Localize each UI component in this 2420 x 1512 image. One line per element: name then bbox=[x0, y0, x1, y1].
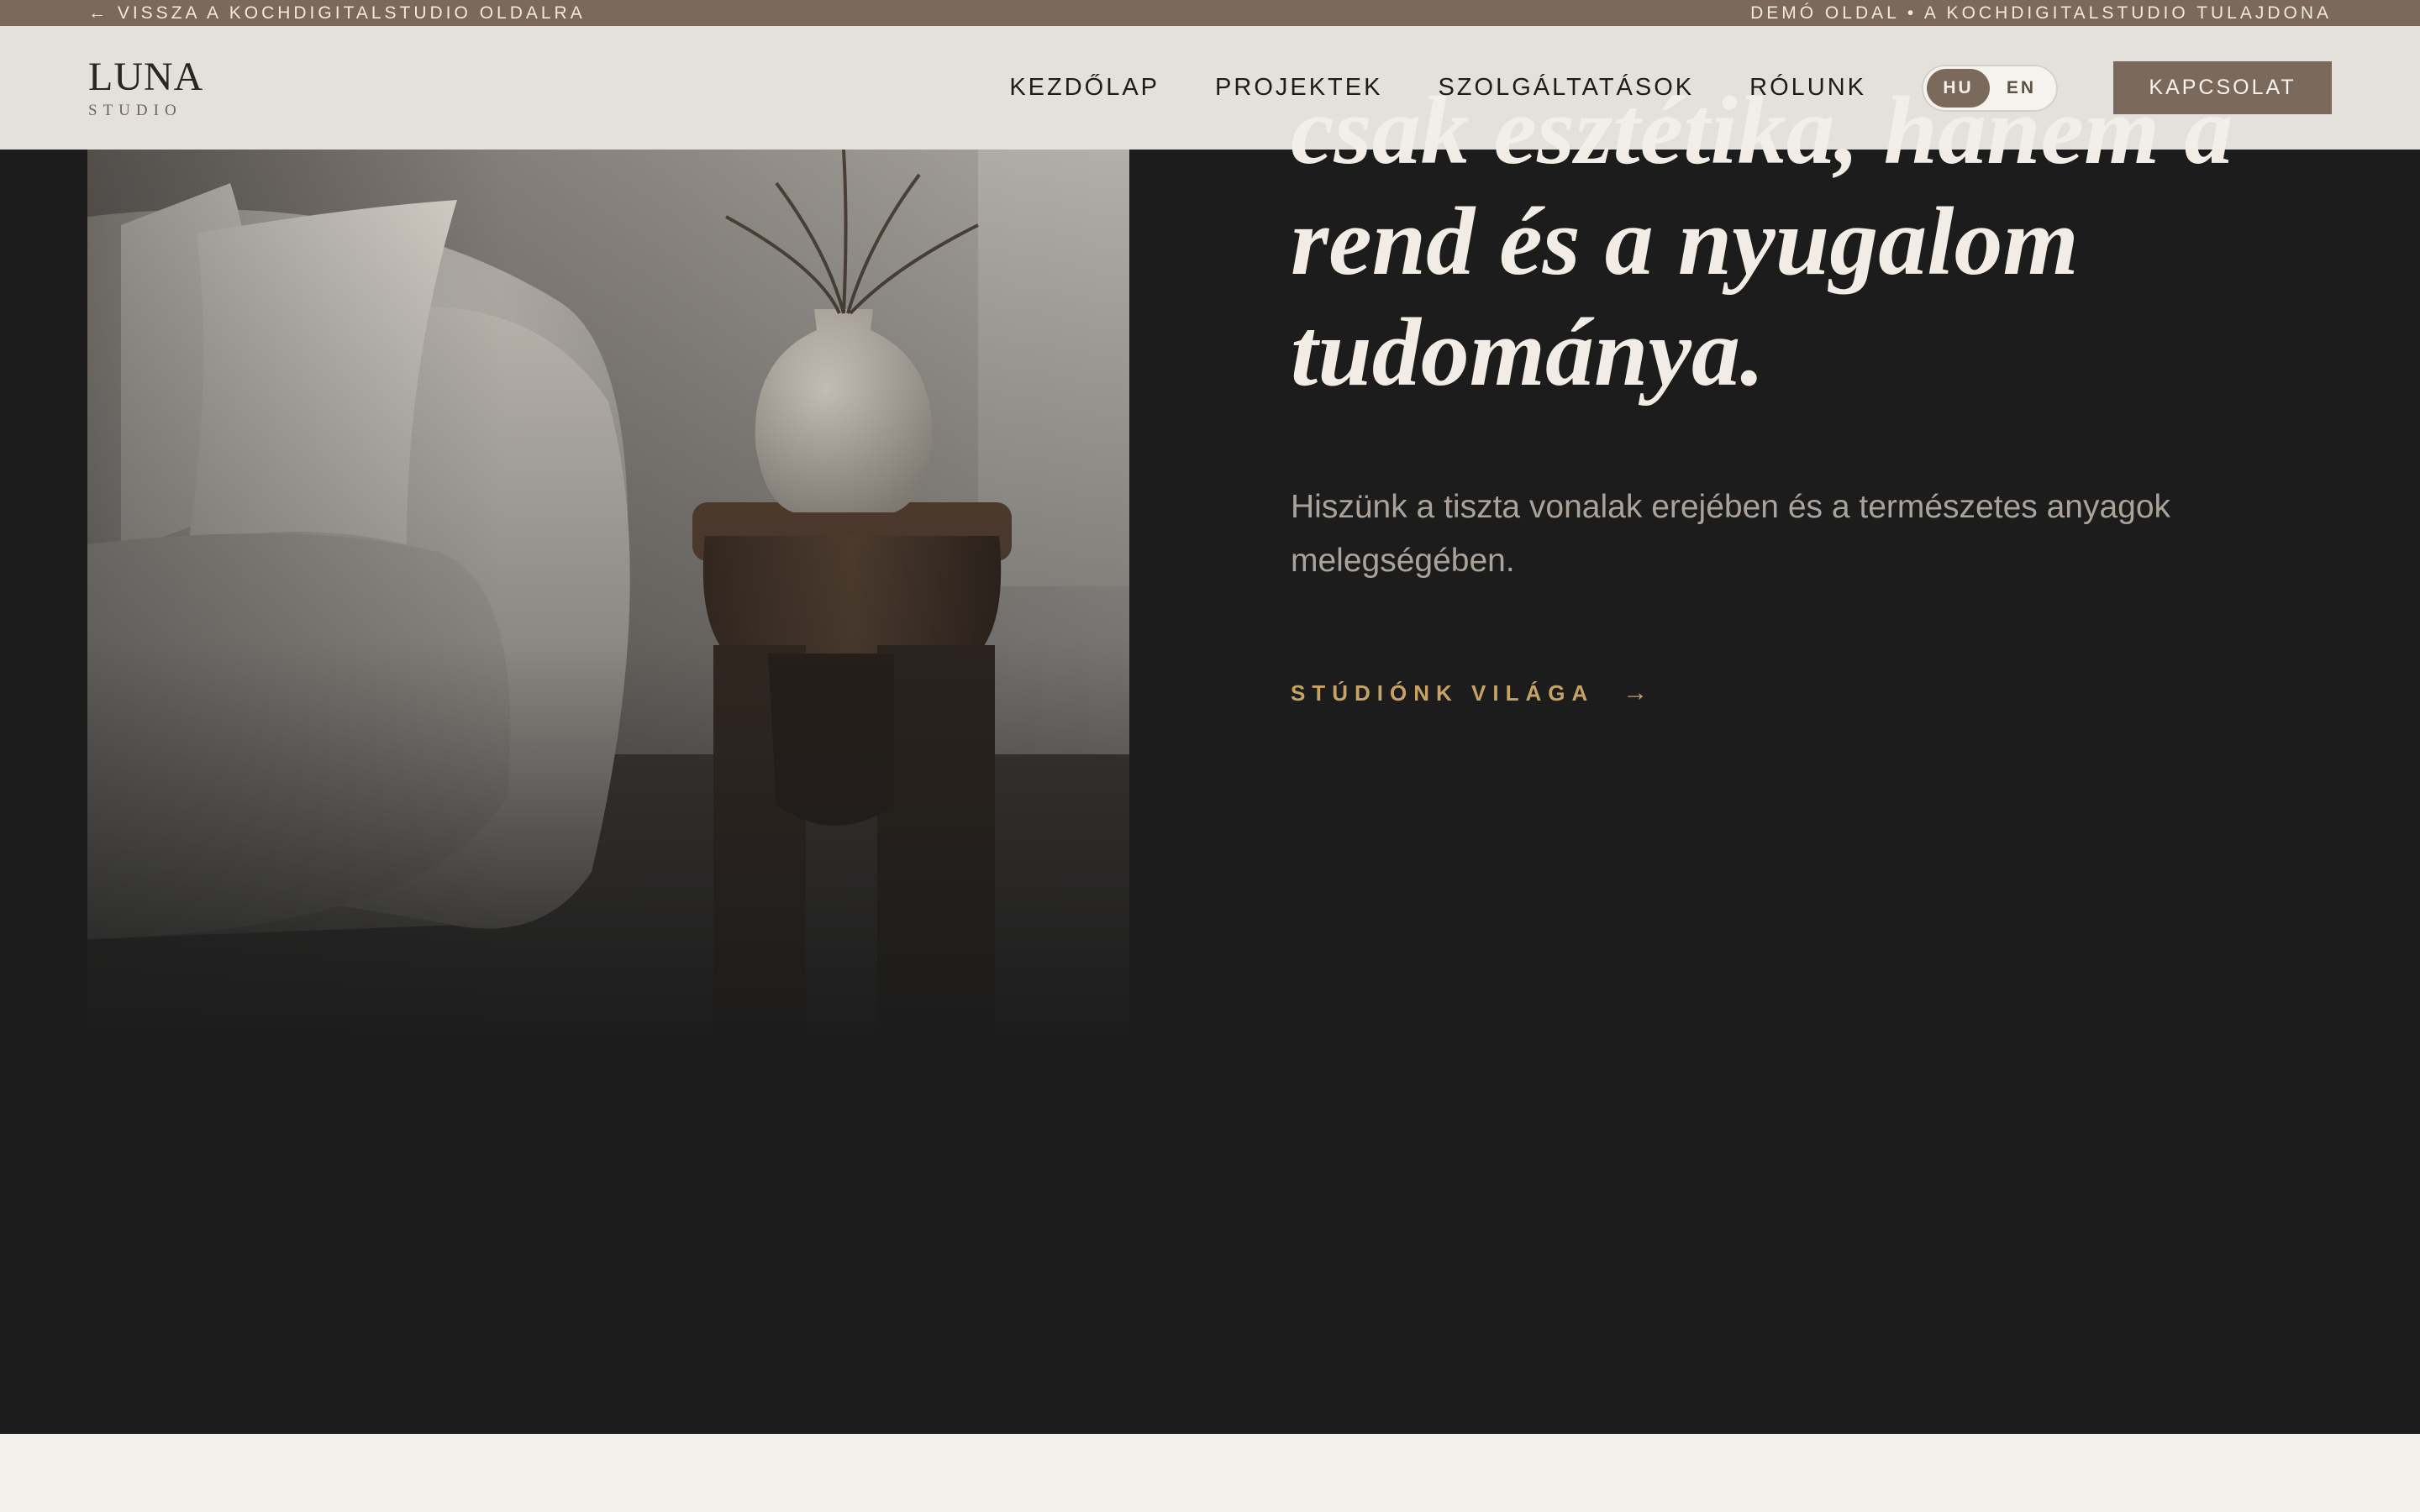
headline-line-3: tudománya. bbox=[1291, 299, 1765, 407]
nav-item-about[interactable]: RÓLUNK bbox=[1749, 74, 1866, 102]
main-nav: KEZDŐLAP PROJEKTEK SZOLGÁLTATÁSOK RÓLUNK bbox=[1009, 74, 1866, 102]
headline-line-2: rend és a nyugalom bbox=[1291, 188, 2079, 296]
next-section bbox=[0, 1434, 2420, 1512]
hero-image bbox=[87, 150, 1129, 1040]
lang-option-hu[interactable]: HU bbox=[1927, 68, 1990, 108]
demo-top-strip: ← VISSZA A KOCHDIGITALSTUDIO OLDALRA DEM… bbox=[0, 0, 2420, 26]
demo-notice: DEMÓ OLDAL • A KOCHDIGITALSTUDIO TULAJDO… bbox=[1750, 3, 2332, 23]
arrow-right-icon: → bbox=[1623, 679, 1649, 706]
studio-world-link[interactable]: STÚDIÓNK VILÁGA → bbox=[1291, 679, 1648, 707]
site-header: LUNA STUDIO KEZDŐLAP PROJEKTEK SZOLGÁLTA… bbox=[0, 26, 2420, 150]
hero-section: csak esztétika, hanem a rend és a nyugal… bbox=[0, 0, 2420, 1434]
nav-item-services[interactable]: SZOLGÁLTATÁSOK bbox=[1438, 74, 1694, 102]
logo-wordmark: LUNA bbox=[88, 55, 204, 99]
nav-item-home[interactable]: KEZDŐLAP bbox=[1009, 74, 1160, 102]
back-to-studio-link[interactable]: ← VISSZA A KOCHDIGITALSTUDIO OLDALRA bbox=[88, 3, 586, 24]
nav-item-projects[interactable]: PROJEKTEK bbox=[1215, 74, 1382, 102]
lang-option-en[interactable]: EN bbox=[1990, 69, 2053, 108]
contact-button[interactable]: KAPCSOLAT bbox=[2113, 61, 2332, 114]
language-toggle: HU EN bbox=[1922, 64, 2058, 112]
logo[interactable]: LUNA STUDIO bbox=[88, 55, 204, 119]
interior-photo bbox=[87, 150, 1129, 1040]
studio-world-label: STÚDIÓNK VILÁGA bbox=[1291, 680, 1595, 706]
logo-subtitle: STUDIO bbox=[88, 102, 182, 119]
hero-lede: Hiszünk a tiszta vonalak erejében és a t… bbox=[1291, 489, 2171, 579]
